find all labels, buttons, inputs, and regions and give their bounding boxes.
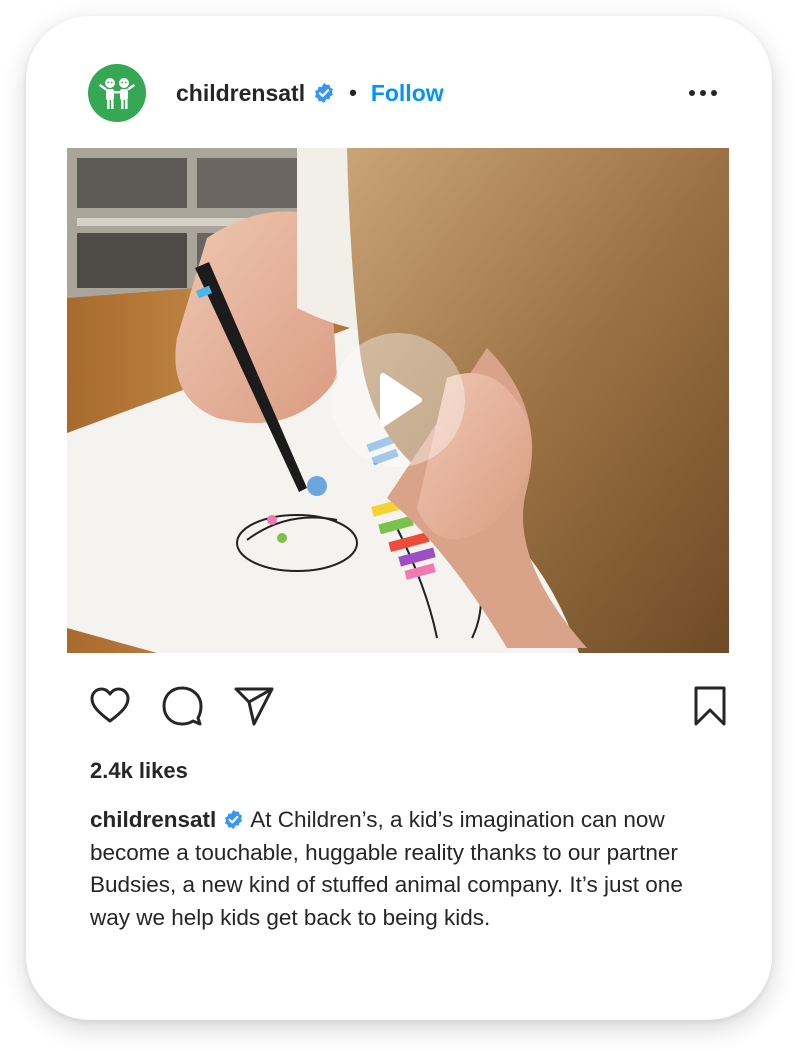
header-separator: •	[349, 80, 357, 105]
post-caption: childrensatl At Children’s, a kid’s imagi…	[90, 804, 720, 934]
kids-logo-icon	[98, 78, 136, 109]
avatar[interactable]	[88, 64, 146, 122]
more-options-button[interactable]	[678, 78, 718, 108]
verified-badge-icon	[313, 82, 335, 104]
header-username[interactable]: childrensatl	[176, 80, 305, 107]
comment-icon	[162, 686, 203, 726]
more-horizontal-icon	[689, 90, 717, 96]
play-button[interactable]	[331, 333, 465, 467]
send-icon	[234, 687, 274, 726]
likes-count[interactable]: 2.4k likes	[90, 758, 188, 784]
follow-button[interactable]: Follow	[371, 80, 444, 107]
post-video[interactable]	[67, 148, 729, 653]
post-card: childrensatl • Follow 2.4k likes childre…	[26, 16, 772, 1020]
like-button[interactable]	[88, 684, 132, 728]
play-icon	[380, 373, 422, 427]
heart-icon	[90, 687, 130, 723]
post-header: childrensatl • Follow	[88, 64, 718, 122]
caption-username[interactable]: childrensatl	[90, 807, 216, 832]
verified-badge-icon	[223, 807, 244, 830]
bookmark-icon	[694, 686, 726, 726]
comment-button[interactable]	[160, 684, 204, 728]
share-button[interactable]	[232, 684, 276, 728]
post-actions	[88, 684, 726, 728]
save-button[interactable]	[688, 684, 732, 728]
